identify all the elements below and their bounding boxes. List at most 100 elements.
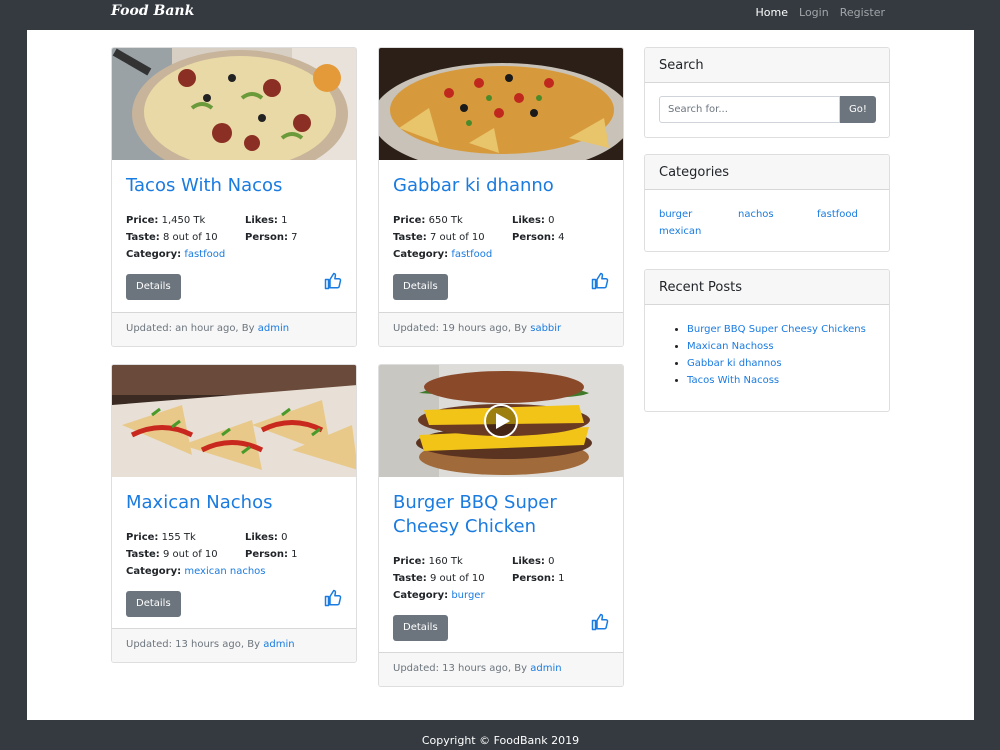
- post-card: Gabbar ki dhanno Price: 650 Tk Likes: 0 …: [378, 47, 624, 347]
- category-link[interactable]: burger: [451, 590, 484, 601]
- details-button[interactable]: Details: [126, 591, 181, 617]
- person-label: Person:: [245, 549, 288, 560]
- list-item: Maxican Nachoss: [687, 338, 866, 355]
- likes-value: 0: [548, 215, 555, 226]
- updated-text: Updated: an hour ago, By: [126, 323, 255, 334]
- post-card: Maxican Nachos Price: 155 Tk Likes: 0 Ta…: [111, 364, 357, 663]
- details-button[interactable]: Details: [393, 274, 448, 300]
- post-meta: Price: 1,450 Tk Likes: 1 Taste: 8 out of…: [126, 212, 342, 263]
- post-card: Tacos With Nacos Price: 1,450 Tk Likes: …: [111, 47, 357, 347]
- price-label: Price:: [126, 215, 159, 226]
- categories-widget-title: Categories: [645, 155, 889, 190]
- category-link-nachos[interactable]: nachos: [738, 207, 817, 222]
- list-item: Gabbar ki dhannos: [687, 355, 866, 372]
- nav-register-link[interactable]: Register: [840, 6, 885, 19]
- search-widget-title: Search: [645, 48, 889, 83]
- category-link[interactable]: mexican nachos: [184, 566, 265, 577]
- details-button[interactable]: Details: [393, 615, 448, 641]
- taste-label: Taste:: [393, 232, 427, 243]
- post-footer: Updated: 19 hours ago, By sabbir: [379, 312, 623, 346]
- author-link[interactable]: admin: [258, 323, 289, 334]
- person-value: 7: [291, 232, 298, 243]
- like-icon[interactable]: [591, 613, 609, 631]
- pizza-image[interactable]: [112, 48, 356, 178]
- taste-value: 9 out of 10: [162, 549, 218, 560]
- recent-posts-list: Burger BBQ Super Cheesy Chickens Maxican…: [687, 321, 866, 389]
- taste-label: Taste:: [393, 573, 427, 584]
- like-icon[interactable]: [324, 589, 342, 607]
- details-button[interactable]: Details: [126, 274, 181, 300]
- taste-value: 9 out of 10: [429, 573, 485, 584]
- search-input[interactable]: [659, 96, 840, 123]
- post-title[interactable]: Maxican Nachos: [126, 491, 342, 515]
- nav-home-link[interactable]: Home: [756, 6, 788, 19]
- updated-text: Updated: 19 hours ago, By: [393, 323, 528, 334]
- category-link-mexican[interactable]: mexican: [659, 224, 738, 239]
- taste-label: Taste:: [126, 232, 160, 243]
- person-label: Person:: [512, 573, 555, 584]
- recent-posts-widget-title: Recent Posts: [645, 270, 889, 305]
- likes-label: Likes:: [245, 532, 278, 543]
- likes-value: 1: [281, 215, 288, 226]
- author-link[interactable]: admin: [263, 639, 294, 650]
- post-meta: Price: 160 Tk Likes: 0 Taste: 9 out of 1…: [393, 553, 609, 604]
- search-go-button[interactable]: Go!: [840, 96, 876, 123]
- category-label: Category:: [126, 566, 182, 577]
- category-label: Category:: [126, 249, 182, 260]
- like-icon[interactable]: [591, 272, 609, 290]
- person-label: Person:: [512, 232, 555, 243]
- brand-logo[interactable]: Food Bank: [111, 3, 194, 19]
- recent-post-link[interactable]: Maxican Nachoss: [687, 341, 774, 352]
- recent-post-link[interactable]: Gabbar ki dhannos: [687, 358, 782, 369]
- post-footer: Updated: 13 hours ago, By admin: [379, 652, 623, 686]
- author-link[interactable]: admin: [530, 663, 561, 674]
- post-title[interactable]: Gabbar ki dhanno: [393, 174, 609, 198]
- burger-video-thumbnail[interactable]: [379, 365, 623, 477]
- nav-links: Home Login Register: [756, 6, 885, 19]
- likes-label: Likes:: [245, 215, 278, 226]
- post-footer: Updated: 13 hours ago, By admin: [112, 628, 356, 662]
- updated-text: Updated: 13 hours ago, By: [393, 663, 528, 674]
- person-value: 1: [558, 573, 565, 584]
- list-item: Tacos With Nacoss: [687, 372, 866, 389]
- category-link[interactable]: fastfood: [451, 249, 492, 260]
- copyright-text: Copyright © FoodBank 2019: [421, 734, 580, 747]
- nachos-plate-image[interactable]: [112, 365, 356, 477]
- likes-label: Likes:: [512, 556, 545, 567]
- updated-text: Updated: 13 hours ago, By: [126, 639, 261, 650]
- author-link[interactable]: sabbir: [530, 323, 561, 334]
- likes-value: 0: [548, 556, 555, 567]
- list-item: Burger BBQ Super Cheesy Chickens: [687, 321, 866, 338]
- search-widget: Search Go!: [644, 47, 890, 138]
- post-footer: Updated: an hour ago, By admin: [112, 312, 356, 346]
- category-label: Category:: [393, 249, 449, 260]
- categories-widget: Categories burger nachos fastfood mexica…: [644, 154, 890, 252]
- likes-label: Likes:: [512, 215, 545, 226]
- nav-login-link[interactable]: Login: [799, 6, 829, 19]
- category-list: burger nachos fastfood mexican: [659, 207, 879, 239]
- post-title[interactable]: Tacos With Nacos: [126, 174, 342, 198]
- post-title[interactable]: Burger BBQ Super Cheesy Chicken: [393, 491, 583, 539]
- post-meta: Price: 650 Tk Likes: 0 Taste: 7 out of 1…: [393, 212, 609, 263]
- recent-post-link[interactable]: Tacos With Nacoss: [687, 375, 779, 386]
- price-label: Price:: [393, 215, 426, 226]
- post-card: Burger BBQ Super Cheesy Chicken Price: 1…: [378, 364, 624, 687]
- price-value: 1,450 Tk: [161, 215, 206, 226]
- recent-posts-widget: Recent Posts Burger BBQ Super Cheesy Chi…: [644, 269, 890, 412]
- category-link-burger[interactable]: burger: [659, 207, 738, 222]
- navbar: Food Bank Home Login Register: [27, 0, 974, 30]
- taste-label: Taste:: [126, 549, 160, 560]
- taste-value: 7 out of 10: [429, 232, 485, 243]
- price-label: Price:: [126, 532, 159, 543]
- nachos-image[interactable]: [379, 48, 623, 173]
- category-link-fastfood[interactable]: fastfood: [817, 207, 889, 222]
- like-icon[interactable]: [324, 272, 342, 290]
- price-value: 155 Tk: [161, 532, 196, 543]
- price-value: 650 Tk: [428, 215, 463, 226]
- post-meta: Price: 155 Tk Likes: 0 Taste: 9 out of 1…: [126, 529, 342, 580]
- likes-value: 0: [281, 532, 288, 543]
- recent-post-link[interactable]: Burger BBQ Super Cheesy Chickens: [687, 324, 866, 335]
- person-value: 1: [291, 549, 298, 560]
- person-label: Person:: [245, 232, 288, 243]
- category-link[interactable]: fastfood: [184, 249, 225, 260]
